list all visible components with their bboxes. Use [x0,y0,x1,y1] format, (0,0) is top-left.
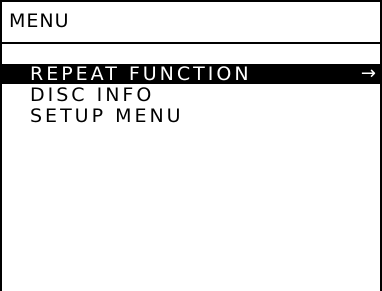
menu-screen: MENU REPEAT FUNCTION → DISC INFO SETUP M… [0,0,382,291]
title-divider [2,42,380,44]
submenu-arrow-icon: → [360,63,376,84]
menu-list: REPEAT FUNCTION → DISC INFO SETUP MENU [2,64,380,127]
menu-item-label: SETUP MENU [30,105,184,127]
menu-item-label: REPEAT FUNCTION [30,63,252,85]
menu-item-label: DISC INFO [30,84,155,106]
screen-title: MENU [9,10,70,32]
menu-item-repeat-function[interactable]: REPEAT FUNCTION → [2,64,380,84]
menu-item-setup-menu[interactable]: SETUP MENU [2,106,380,127]
menu-item-disc-info[interactable]: DISC INFO [2,85,380,106]
